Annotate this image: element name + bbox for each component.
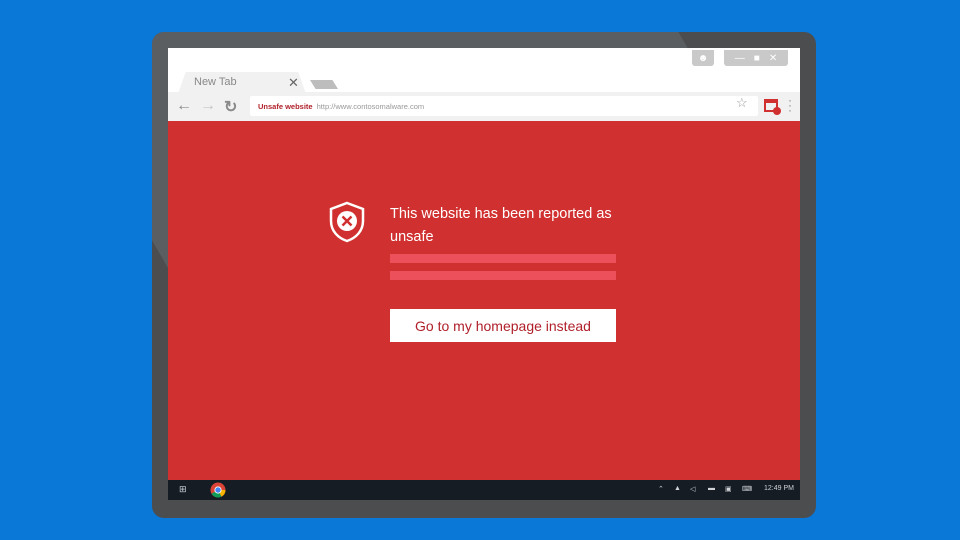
window-controls[interactable]: — ■ ✕	[724, 50, 788, 66]
chrome-icon[interactable]	[210, 482, 226, 498]
maximize-icon[interactable]: ■	[754, 53, 760, 64]
laptop-frame: ☻ — ■ ✕ New Tab ✕ ← → ↻ Unsafe website http…	[152, 32, 816, 518]
new-tab-button[interactable]	[310, 80, 338, 89]
bookmark-star-icon[interactable]: ☆	[736, 95, 748, 111]
battery-icon[interactable]: ▬	[708, 485, 715, 492]
security-tray-icon[interactable]: ▣	[725, 485, 732, 493]
address-bar[interactable]: Unsafe website http://www.contosomalware.…	[250, 96, 758, 116]
menu-icon[interactable]: · · ·	[788, 94, 792, 116]
profile-button[interactable]: ☻	[692, 50, 714, 66]
reload-icon[interactable]: ↻	[224, 97, 237, 117]
volume-icon[interactable]: ◁	[690, 485, 695, 493]
close-tab-icon[interactable]: ✕	[288, 75, 299, 91]
close-window-icon[interactable]: ✕	[769, 53, 777, 64]
warning-page: This website has been reported as unsafe…	[168, 121, 800, 480]
network-icon[interactable]: ▲	[674, 485, 681, 492]
forward-icon[interactable]: →	[200, 97, 216, 115]
taskbar: ⊞ ⌃ ▲ ◁ ▬ ▣ ⌨ 12:49 PM	[168, 480, 800, 500]
back-icon[interactable]: ←	[176, 97, 192, 115]
windows-start-icon[interactable]: ⊞	[179, 484, 187, 495]
shield-x-icon	[329, 201, 365, 243]
show-hidden-icons[interactable]: ⌃	[658, 485, 664, 493]
screen: ☻ — ■ ✕ New Tab ✕ ← → ↻ Unsafe website http…	[168, 48, 800, 500]
keyboard-icon[interactable]: ⌨	[742, 485, 752, 493]
unsafe-label: Unsafe website	[258, 102, 313, 111]
clock[interactable]: 12:49 PM	[764, 485, 794, 492]
security-extension-icon[interactable]	[764, 99, 781, 115]
tab-new-tab[interactable]: New Tab	[178, 72, 306, 94]
go-to-homepage-button[interactable]: Go to my homepage instead	[390, 309, 616, 342]
placeholder-line	[390, 254, 616, 263]
placeholder-line	[390, 271, 616, 280]
url-text: http://www.contosomalware.com	[316, 102, 425, 111]
tab-label: New Tab	[194, 76, 237, 88]
warning-title: This website has been reported as unsafe	[390, 206, 612, 245]
browser-toolbar: ← → ↻ Unsafe website http://www.contosoma…	[168, 92, 800, 121]
minimize-icon[interactable]: —	[735, 53, 745, 64]
